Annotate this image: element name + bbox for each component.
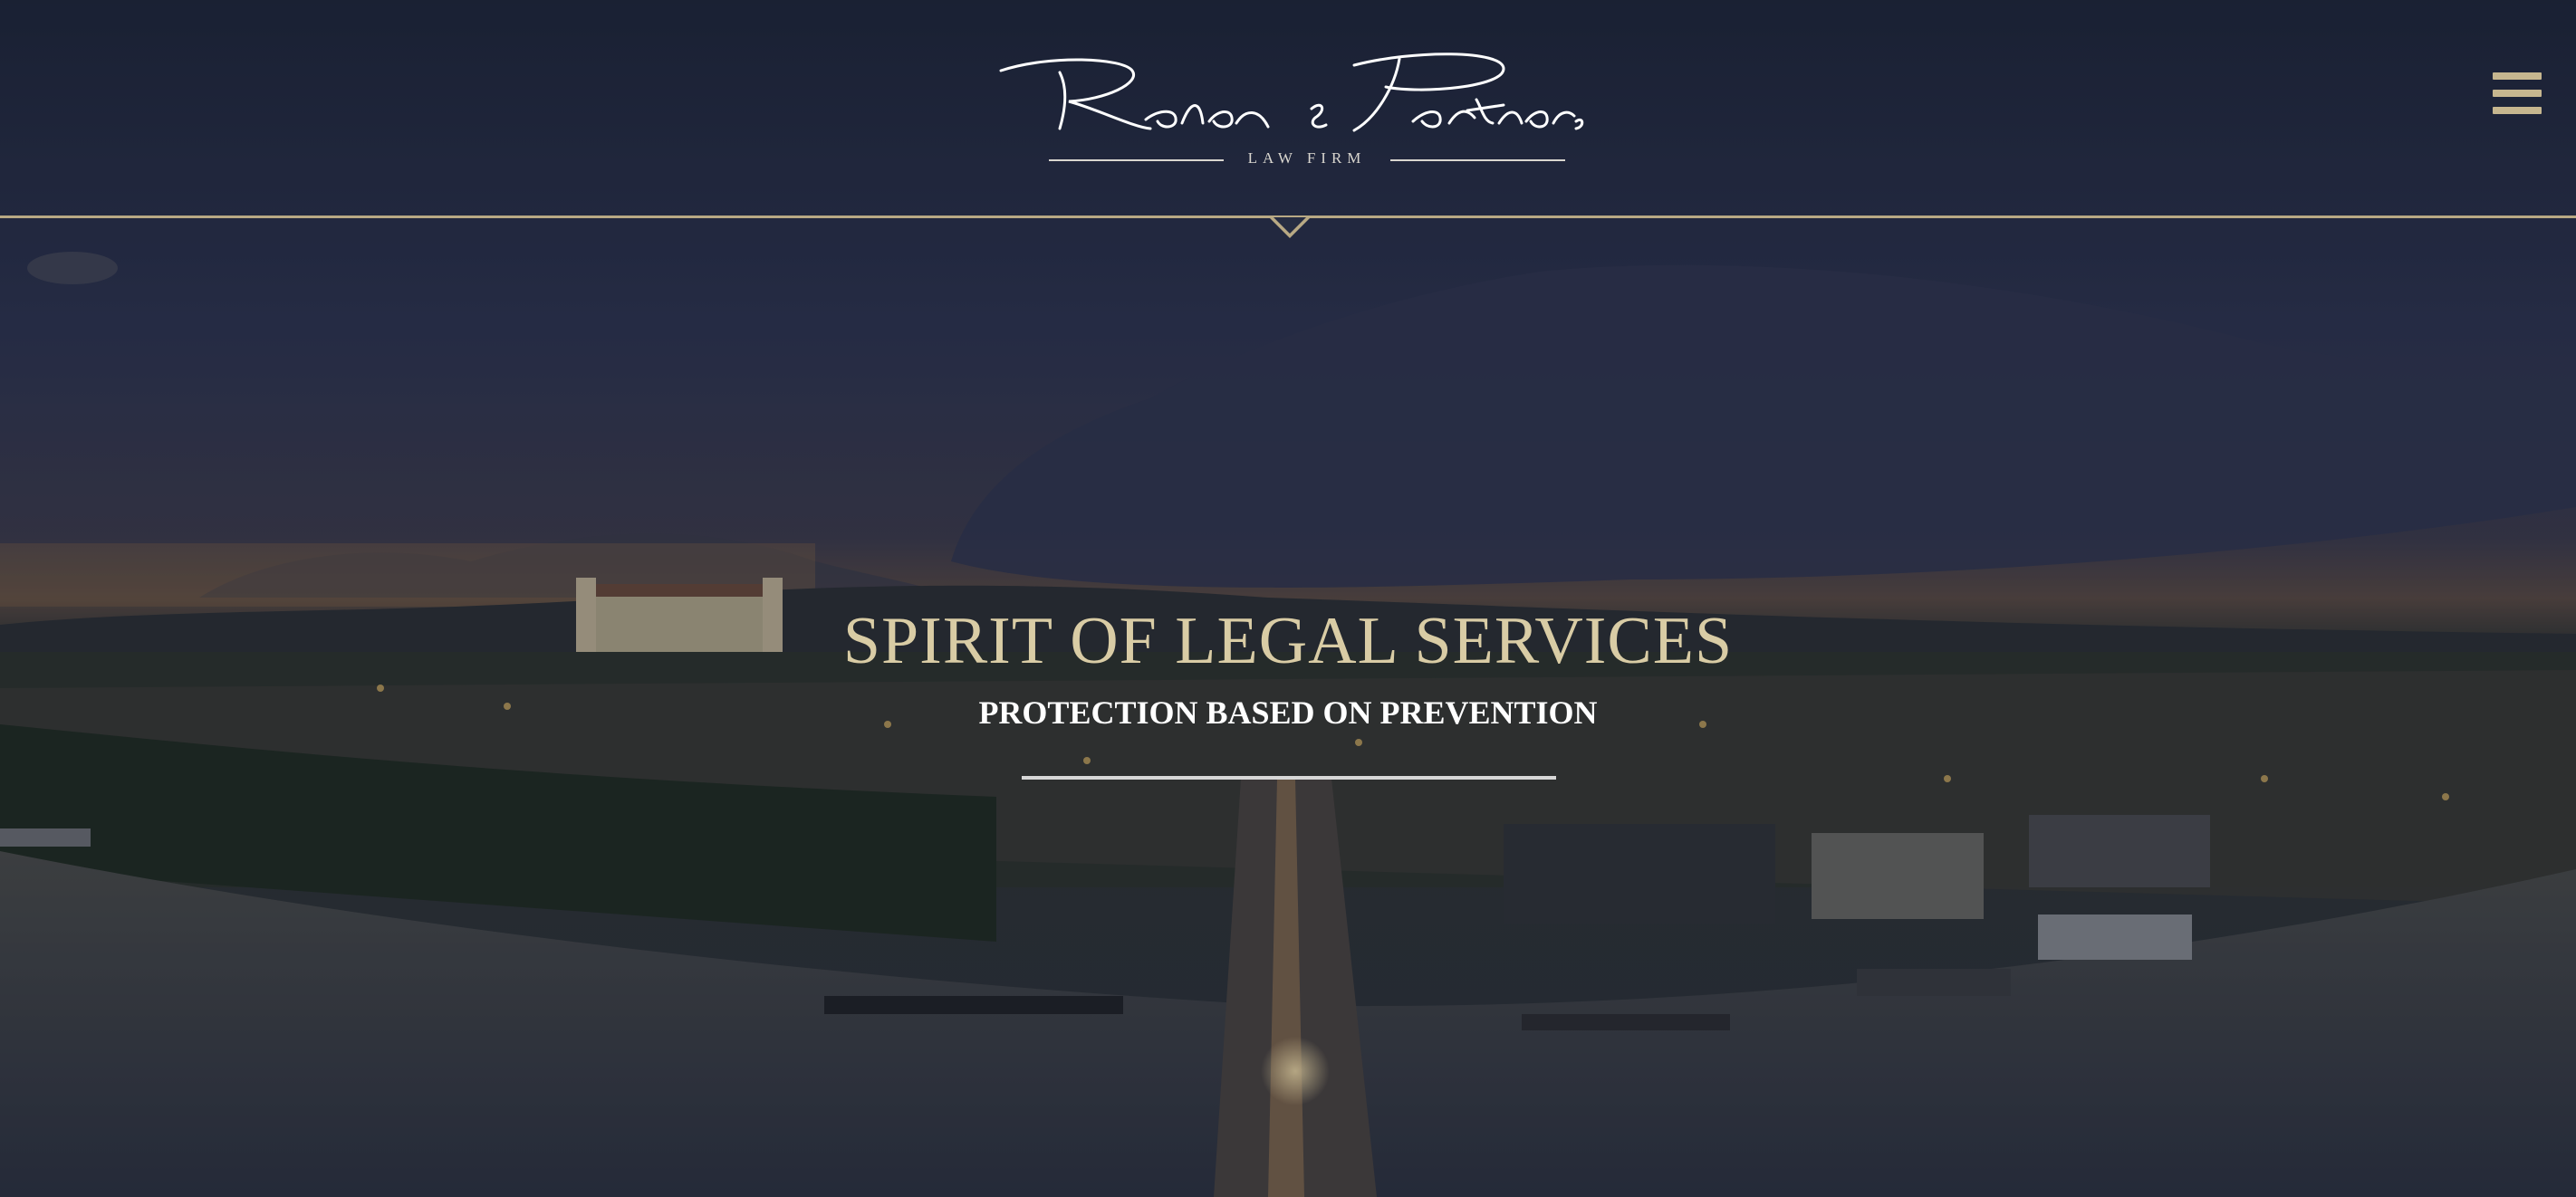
logo-rule-right: [1390, 159, 1565, 161]
hero-subtitle: PROTECTION BASED ON PREVENTION: [978, 694, 1598, 731]
logo-subtitle: LAW FIRM: [1247, 149, 1367, 167]
site-header: LAW FIRM: [0, 0, 2576, 238]
landing-page: LAW FIRM SPIRIT OF LEGAL SERVICES PROTEC…: [0, 0, 2576, 1197]
hero-title: SPIRIT OF LEGAL SERVICES: [842, 604, 1734, 678]
brand-logo[interactable]: LAW FIRM: [996, 45, 1585, 181]
hamburger-menu-button[interactable]: [2493, 72, 2542, 114]
hamburger-menu-icon-bar: [2493, 90, 2542, 97]
hamburger-menu-icon-bar: [2493, 107, 2542, 114]
logo-rule-left: [1049, 159, 1224, 161]
header-notch-arrow-inner: [1274, 217, 1306, 234]
hamburger-menu-icon: [2493, 72, 2542, 80]
hero-divider-line: [1022, 776, 1556, 780]
signature-logo-mark: [999, 53, 1584, 132]
